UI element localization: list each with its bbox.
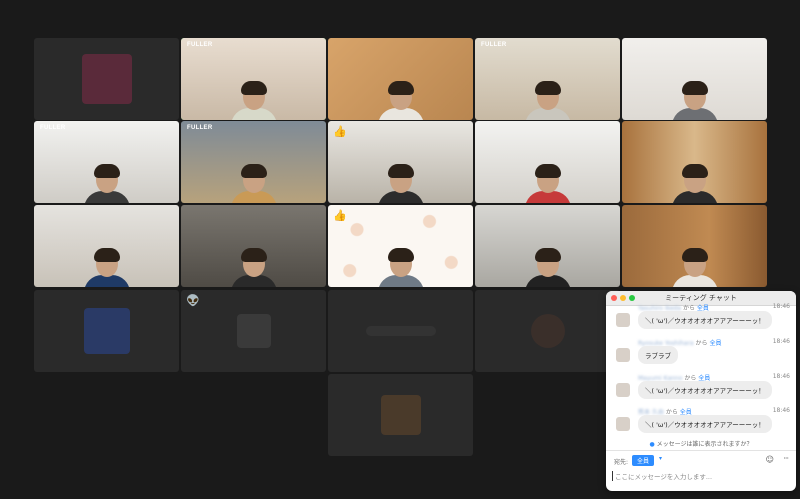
participant-avatar [83, 308, 130, 354]
chat-message: Ryosuke Yoshihara から 全員 18:46 ラブラブ [610, 338, 792, 372]
chat-message: Mayumi Kanno から 全員 18:46 ＼( 'ω')／ウオオオオオア… [610, 373, 792, 407]
participant-tile-11[interactable] [34, 205, 179, 287]
chat-message-list[interactable]: Yasuhiro Ikeda から 全員 18:46 ＼( 'ω')／ウオオオオ… [606, 303, 796, 456]
chat-message: 熊本 久由 から 全員 18:46 ＼( 'ω')／ウオオオオオアアアーーーッ！ [610, 407, 792, 441]
participant-figure [377, 81, 424, 120]
participant-tile-18[interactable] [328, 290, 473, 372]
participant-tile-16[interactable] [34, 290, 179, 372]
participant-figure [524, 248, 571, 287]
message-bubble[interactable]: ＼( 'ω')／ウオオオオオアアアーーーッ！ [638, 311, 772, 329]
fuller-logo: FULLER [40, 125, 66, 131]
participant-avatar [81, 54, 132, 104]
message-time: 18:46 [772, 373, 790, 380]
message-bubble[interactable]: ラブラブ [638, 346, 678, 364]
participant-tile-15[interactable] [622, 205, 767, 287]
sender-avatar [616, 417, 630, 431]
participant-figure [230, 81, 277, 120]
participant-tile-19[interactable] [475, 290, 620, 372]
alien-emoji: 👽 [186, 294, 200, 307]
participant-figure [230, 248, 277, 287]
visibility-notice-text: メッセージは誰に表示されますか？ [656, 441, 753, 448]
fuller-logo: FULLER [481, 42, 507, 48]
people-icon: ● [649, 441, 655, 448]
fuller-logo: FULLER [187, 125, 213, 131]
participant-figure [230, 164, 277, 203]
visibility-notice[interactable]: ● メッセージは誰に表示されますか？ [606, 439, 796, 448]
participant-tile-8[interactable]: 👍 [328, 121, 473, 203]
participant-tile-6[interactable]: FULLER [34, 121, 179, 203]
participant-figure [671, 248, 718, 287]
from-label: から [695, 340, 708, 347]
participant-tile-17[interactable]: 👽 [181, 290, 326, 372]
participant-tile-7[interactable]: FULLER [181, 121, 326, 203]
participant-tile-10[interactable] [622, 121, 767, 203]
chat-message: Yasuhiro Ikeda から 全員 18:46 ＼( 'ω')／ウオオオオ… [610, 303, 792, 337]
chat-composer: 宛先: 全員 ▾ ☺ ··· ここにメッセージを入力します... [606, 450, 796, 491]
message-time: 18:46 [772, 338, 790, 345]
participant-tile-5[interactable] [622, 38, 767, 120]
participant-figure [524, 81, 571, 120]
chat-title: ミーティング チャット [665, 294, 737, 302]
participant-tile-14[interactable] [475, 205, 620, 287]
participant-avatar [530, 314, 565, 348]
participant-figure [83, 164, 130, 203]
participant-avatar [380, 395, 421, 435]
message-time: 18:46 [772, 303, 790, 310]
meeting-chat-panel: ミーティング チャット Yasuhiro Ikeda から 全員 18:46 ＼… [606, 291, 796, 491]
recipient-selector[interactable]: 全員 [632, 455, 655, 466]
participant-avatar [365, 326, 436, 336]
participant-figure [671, 81, 718, 120]
participant-figure [524, 164, 571, 203]
message-time: 18:46 [772, 407, 790, 414]
fuller-logo: FULLER [187, 42, 213, 48]
more-options-icon[interactable]: ··· [783, 454, 789, 463]
sender-avatar [616, 383, 630, 397]
participant-tile-1[interactable] [34, 38, 179, 120]
participant-tile-13[interactable]: 👍 [328, 205, 473, 287]
message-bubble[interactable]: ＼( 'ω')／ウオオオオオアアアーーーッ！ [638, 415, 772, 433]
participant-tile-20[interactable] [328, 374, 473, 456]
participant-figure [671, 164, 718, 203]
participant-avatar [236, 314, 271, 348]
thumbs-up-emoji: 👍 [333, 125, 347, 138]
sender-avatar [616, 313, 630, 327]
participant-tile-3[interactable] [328, 38, 473, 120]
participant-figure [83, 248, 130, 287]
participant-tile-2[interactable]: FULLER [181, 38, 326, 120]
emoji-icon[interactable]: ☺ [766, 455, 774, 464]
chevron-down-icon[interactable]: ▾ [659, 455, 662, 462]
message-bubble[interactable]: ＼( 'ω')／ウオオオオオアアアーーーッ！ [638, 381, 772, 399]
recipient-link[interactable]: 全員 [709, 340, 721, 347]
participant-tile-12[interactable] [181, 205, 326, 287]
message-input[interactable]: ここにメッセージを入力します... [612, 471, 788, 481]
sender-avatar [616, 348, 630, 362]
thumbs-up-emoji: 👍 [333, 209, 347, 222]
participant-tile-9[interactable] [475, 121, 620, 203]
participant-figure [377, 248, 424, 287]
participant-tile-4[interactable]: FULLER [475, 38, 620, 120]
recipient-label: 宛先: [614, 459, 629, 466]
participant-figure [377, 164, 424, 203]
